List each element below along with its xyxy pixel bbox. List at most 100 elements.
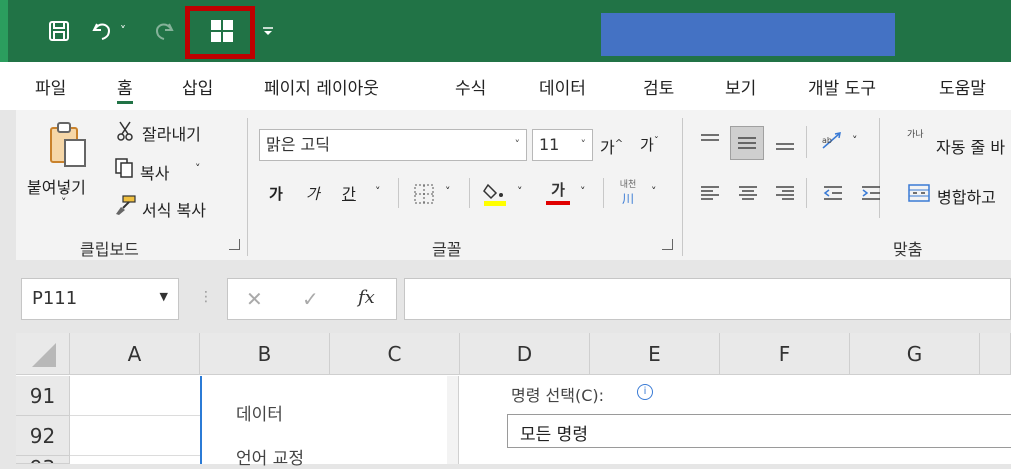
chevron-down-icon: ▼ bbox=[159, 290, 168, 303]
cut-button[interactable]: 잘라내기 bbox=[142, 121, 201, 145]
merge-icon[interactable] bbox=[906, 180, 932, 206]
list-item[interactable]: 언어 교정 bbox=[236, 444, 304, 469]
divider bbox=[398, 178, 399, 208]
tab-formulas[interactable]: 수식 bbox=[455, 74, 486, 99]
font-size-combo[interactable]: 11 ˅ bbox=[532, 129, 593, 161]
shrink-arrow-icon: ˇ bbox=[653, 136, 659, 147]
tab-data[interactable]: 데이터 bbox=[539, 74, 586, 99]
align-center-icon[interactable] bbox=[735, 180, 761, 206]
dialog-divider bbox=[447, 376, 458, 464]
borders-icon[interactable] bbox=[411, 181, 437, 207]
customize-dropdown-icon[interactable] bbox=[258, 14, 278, 48]
column-header[interactable]: A bbox=[70, 333, 200, 375]
tab-view[interactable]: 보기 bbox=[725, 74, 756, 99]
decrease-indent-icon[interactable] bbox=[820, 180, 846, 206]
font-size-value: 11 bbox=[539, 135, 560, 154]
underline-dropdown-icon[interactable]: ˅ bbox=[375, 185, 381, 198]
enter-icon[interactable]: ✓ bbox=[302, 287, 319, 311]
column-header[interactable]: C bbox=[330, 333, 460, 375]
copy-icon[interactable] bbox=[112, 156, 136, 180]
choose-commands-label: 명령 선택(C): bbox=[511, 386, 605, 405]
undo-dropdown-icon[interactable]: ˅ bbox=[114, 14, 132, 48]
align-right-icon[interactable] bbox=[772, 180, 798, 206]
orientation-dropdown-icon[interactable]: ˅ bbox=[852, 134, 858, 147]
chevron-down-icon: ˅ bbox=[514, 138, 521, 151]
clipboard-launcher-icon[interactable] bbox=[229, 239, 240, 250]
tab-home[interactable]: 홈 bbox=[117, 74, 133, 104]
fill-color-icon[interactable] bbox=[481, 178, 509, 208]
column-header[interactable] bbox=[980, 333, 1011, 375]
column-header[interactable]: D bbox=[460, 333, 590, 375]
tab-developer[interactable]: 개발 도구 bbox=[808, 74, 876, 99]
fill-color-dropdown-icon[interactable]: ˅ bbox=[517, 185, 523, 198]
alignment-group-label: 맞춤 bbox=[893, 240, 923, 259]
copy-dropdown-icon[interactable]: ˅ bbox=[195, 162, 201, 175]
cancel-icon[interactable]: ✕ bbox=[246, 287, 263, 311]
scissors-icon[interactable] bbox=[114, 120, 136, 142]
font-name-combo[interactable]: 맑은 고딕 ˅ bbox=[259, 129, 527, 161]
column-header[interactable]: G bbox=[850, 333, 980, 375]
row-header[interactable]: 91 bbox=[16, 376, 70, 416]
column-header[interactable]: E bbox=[590, 333, 720, 375]
align-top-icon[interactable] bbox=[697, 128, 723, 154]
font-color-dropdown-icon[interactable]: ˅ bbox=[580, 185, 586, 198]
italic-button[interactable]: 가 bbox=[306, 183, 320, 204]
font-color-button[interactable]: 가 bbox=[544, 178, 572, 208]
row-header[interactable]: 93 bbox=[16, 456, 70, 464]
highlight-box bbox=[185, 6, 255, 59]
name-box[interactable]: P111 ▼ bbox=[21, 278, 179, 320]
increase-indent-icon[interactable] bbox=[858, 180, 884, 206]
wrap-text-icon[interactable]: 가나 bbox=[907, 130, 927, 140]
options-category-list: 데이터 언어 교정 bbox=[200, 376, 449, 469]
redacted-title bbox=[601, 13, 895, 56]
underline-button[interactable]: 간 bbox=[342, 183, 356, 204]
align-left-icon[interactable] bbox=[697, 180, 723, 206]
tab-help[interactable]: 도움말 bbox=[939, 74, 986, 99]
divider bbox=[806, 178, 807, 208]
font-color-swatch bbox=[546, 201, 570, 205]
info-icon[interactable]: i bbox=[637, 384, 653, 400]
divider bbox=[806, 126, 807, 158]
grow-font-button[interactable]: 가^ bbox=[600, 134, 623, 158]
font-group-label: 글꼴 bbox=[432, 240, 462, 259]
wrap-text-button[interactable]: 자동 줄 바 bbox=[936, 134, 1005, 158]
font-name-value: 맑은 고딕 bbox=[266, 135, 330, 154]
tab-file[interactable]: 파일 bbox=[35, 74, 66, 99]
divider bbox=[469, 178, 470, 208]
align-bottom-icon[interactable] bbox=[772, 130, 798, 156]
format-painter-icon[interactable] bbox=[112, 193, 138, 217]
align-middle-icon[interactable] bbox=[730, 126, 764, 160]
paste-button[interactable]: 붙여넣기 bbox=[27, 174, 86, 198]
format-painter-button[interactable]: 서식 복사 bbox=[142, 197, 206, 221]
merge-button[interactable]: 병합하고 bbox=[937, 184, 996, 208]
divider bbox=[603, 178, 604, 208]
paste-icon[interactable] bbox=[46, 120, 92, 170]
phonetic-dropdown-icon[interactable]: ˅ bbox=[651, 185, 657, 198]
font-color-label: 가 bbox=[551, 181, 565, 199]
tab-review[interactable]: 검토 bbox=[643, 74, 674, 99]
row-header[interactable]: 92 bbox=[16, 416, 70, 456]
borders-dropdown-icon[interactable]: ˅ bbox=[445, 185, 451, 198]
copy-button[interactable]: 복사 bbox=[140, 160, 169, 184]
font-launcher-icon[interactable] bbox=[662, 239, 673, 250]
formula-input[interactable] bbox=[404, 278, 1011, 320]
grow-font-label: 가 bbox=[600, 138, 615, 157]
select-all-corner[interactable] bbox=[16, 333, 70, 375]
column-header[interactable]: F bbox=[720, 333, 850, 375]
save-icon[interactable] bbox=[42, 14, 76, 48]
tab-insert[interactable]: 삽입 bbox=[182, 74, 213, 99]
choose-commands-select[interactable]: 모든 명령 bbox=[507, 414, 1011, 448]
shrink-font-button[interactable]: 가ˇ bbox=[640, 134, 659, 155]
insert-function-icon[interactable]: fx bbox=[358, 287, 375, 308]
orientation-icon[interactable]: ab bbox=[818, 128, 846, 154]
list-item[interactable]: 데이터 bbox=[236, 400, 283, 425]
phonetic-label: 내천 bbox=[619, 180, 637, 190]
phonetic-button[interactable]: 내천 川 bbox=[613, 176, 643, 208]
group-divider bbox=[247, 118, 248, 256]
paste-dropdown-icon[interactable]: ˅ bbox=[61, 196, 67, 209]
phonetic-icon: 川 bbox=[621, 192, 634, 206]
bold-button[interactable]: 가 bbox=[269, 183, 283, 204]
grow-arrow-icon: ^ bbox=[614, 138, 624, 150]
tab-page-layout[interactable]: 페이지 레이아웃 bbox=[264, 74, 379, 99]
column-header[interactable]: B bbox=[200, 333, 330, 375]
